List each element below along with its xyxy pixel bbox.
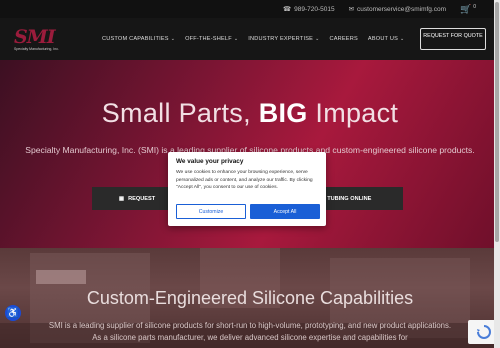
nav-item-label: ABOUT US: [367, 36, 398, 42]
email-link[interactable]: ✉ customerservice@smimfg.com: [348, 5, 446, 14]
phone-link[interactable]: ☎ 989-720-5015: [283, 5, 335, 14]
capabilities-text: SMI is a leading supplier of silicone pr…: [48, 321, 452, 342]
nav-item-label: CUSTOM CAPABILITIES: [102, 36, 169, 42]
cart-count: 0: [473, 3, 476, 10]
calculator-icon: ▦: [118, 195, 125, 202]
site-logo[interactable]: SMI Specialty Manufacturing, Inc.: [14, 22, 74, 56]
nav-item-custom-capabilities[interactable]: CUSTOM CAPABILITIES ⌄: [102, 36, 175, 42]
nav-item-careers[interactable]: CAREERS: [329, 36, 357, 42]
phone-number: 989-720-5015: [294, 5, 335, 13]
nav-item-label: CAREERS: [329, 36, 358, 42]
accessibility-icon[interactable]: ♿: [5, 305, 21, 321]
capabilities-section: Custom-Engineered Silicone Capabilities …: [0, 248, 500, 348]
logo-mark: SMI: [14, 25, 56, 48]
email-address: customerservice@smimfg.com: [357, 5, 446, 13]
hero-title-light: Small Parts,: [101, 98, 259, 128]
request-quote-button[interactable]: REQUEST FOR QUOTE: [420, 28, 486, 50]
chevron-down-icon: ⌄: [315, 36, 320, 42]
cookie-consent-dialog: We value your privacy We use cookies to …: [168, 152, 326, 226]
cart-icon: 🛒: [460, 3, 472, 14]
nav-item-about-us[interactable]: ABOUT US ⌄: [368, 36, 404, 42]
nav-item-label: OFF-THE-SHELF: [185, 36, 232, 42]
hero-title: Small Parts, BIG Impact: [0, 98, 500, 129]
chevron-down-icon: ⌄: [400, 36, 405, 42]
recaptcha-icon: [477, 325, 491, 339]
cookie-dialog-title: We value your privacy: [176, 158, 244, 165]
main-navigation: SMI Specialty Manufacturing, Inc. CUSTOM…: [0, 18, 500, 60]
cookie-buttons: Customize Accept All: [176, 204, 320, 219]
logo-tagline: Specialty Manufacturing, Inc.: [14, 46, 59, 51]
accept-all-button[interactable]: Accept All: [250, 204, 320, 219]
scrollbar-thumb[interactable]: [495, 2, 499, 242]
cart-button[interactable]: 🛒 0: [460, 4, 476, 15]
hero-tubing-label: & TUBING ONLINE: [321, 195, 372, 202]
top-utility-bar: ☎ 989-720-5015 ✉ customerservice@smimfg.…: [0, 0, 500, 18]
nav-item-label: INDUSTRY EXPERTISE: [248, 36, 314, 42]
hero-title-bold: BIG: [258, 98, 308, 128]
phone-icon: ☎: [283, 6, 292, 13]
chevron-down-icon: ⌄: [233, 36, 239, 42]
cookie-dialog-body: We use cookies to enhance your browsing …: [176, 170, 313, 191]
nav-item-off-the-shelf[interactable]: OFF-THE-SHELF ⌄: [185, 36, 238, 42]
nav-menu: CUSTOM CAPABILITIES ⌄ OFF-THE-SHELF ⌄ IN…: [102, 36, 404, 42]
customize-button[interactable]: Customize: [176, 204, 246, 219]
chevron-down-icon: ⌄: [170, 36, 176, 42]
hero-title-end: Impact: [307, 98, 399, 128]
nav-item-industry-expertise[interactable]: INDUSTRY EXPERTISE ⌄: [248, 36, 319, 42]
capabilities-heading: Custom-Engineered Silicone Capabilities: [86, 288, 414, 308]
envelope-icon: ✉: [348, 6, 355, 13]
hero-request-label: REQUEST: [128, 195, 156, 202]
